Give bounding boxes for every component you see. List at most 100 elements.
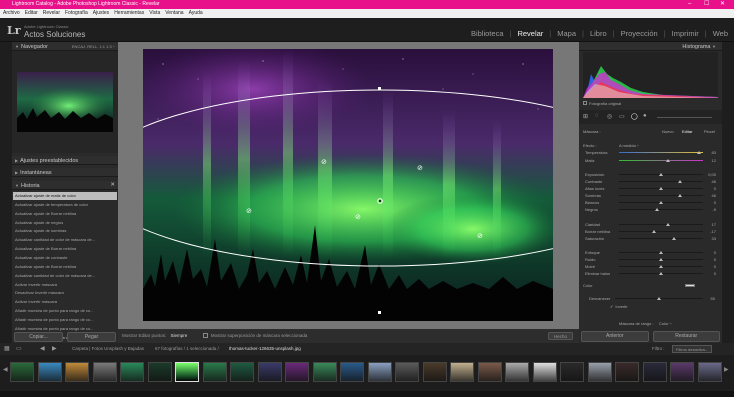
module-biblioteca[interactable]: Biblioteca: [471, 29, 504, 38]
filmstrip-thumbnail[interactable]: [312, 362, 337, 382]
mask-tab-brush[interactable]: Pincel: [704, 129, 715, 134]
filmstrip-thumbnail[interactable]: [697, 362, 722, 382]
eyedropper-sample-icon[interactable]: ⊘: [477, 232, 483, 240]
filmstrip-thumbnail[interactable]: [477, 362, 502, 382]
module-imprimir[interactable]: Imprimir: [672, 29, 699, 38]
slider-track[interactable]: [619, 231, 703, 232]
show-edit-pins-select[interactable]: Siempre: [171, 333, 188, 338]
navigator-zoom-options[interactable]: ENCAJ. RELL. 1:1 1:3 ÷: [72, 42, 115, 51]
filmstrip-thumbnail[interactable]: [340, 362, 364, 382]
slider-knob[interactable]: [659, 173, 663, 176]
slider-knob[interactable]: [652, 230, 657, 233]
slider-track[interactable]: [619, 209, 703, 210]
slider-knob[interactable]: [654, 208, 659, 211]
filmstrip-filename[interactable]: thomas-tucker-126635-unsplash.jpg: [229, 343, 301, 355]
slider-knob[interactable]: [659, 258, 663, 261]
color-swatch[interactable]: [685, 284, 695, 287]
module-web[interactable]: Web: [713, 29, 728, 38]
filmstrip-thumbnail[interactable]: [285, 362, 309, 382]
histogram-header[interactable]: Histograma ▼: [579, 42, 722, 51]
mask-tab-edit[interactable]: Editar: [682, 129, 692, 134]
history-step[interactable]: Desactivar Invertir máscara: [13, 289, 117, 297]
range-mask-select[interactable]: Color ÷: [659, 321, 672, 326]
filmstrip-thumbnail[interactable]: [37, 362, 62, 382]
amount-slider-knob[interactable]: [657, 297, 661, 300]
filmstrip-thumbnail[interactable]: [587, 362, 612, 382]
adjustment-brush-icon[interactable]: ●: [643, 113, 647, 119]
history-step[interactable]: Actualizar ajuste de matiz de color: [13, 192, 117, 200]
slider-knob[interactable]: [678, 180, 683, 183]
history-step[interactable]: Actualizar cantidad de color de máscara …: [13, 236, 117, 244]
minimize-button[interactable]: –: [688, 0, 691, 9]
slider-knob[interactable]: [659, 265, 663, 268]
history-header[interactable]: ▼ Historia ✕: [12, 181, 118, 190]
history-step[interactable]: Añadir muestra de punto para rango de co…: [13, 316, 117, 324]
filmstrip-thumbnail[interactable]: [505, 362, 529, 382]
mask-overlay-checkbox[interactable]: [202, 333, 208, 339]
spot-removal-icon[interactable]: ◌: [595, 113, 599, 119]
effect-select[interactable]: A medida ÷: [619, 143, 639, 148]
slider-track[interactable]: [619, 238, 703, 239]
filmstrip-thumbnail[interactable]: [257, 362, 282, 382]
close-button[interactable]: ✕: [720, 0, 725, 9]
filter-select[interactable]: Filtros desactiva...: [672, 345, 713, 353]
radial-filter-icon[interactable]: ◯: [631, 113, 638, 120]
filmstrip-thumbnail[interactable]: [367, 362, 392, 382]
filmstrip-thumbnail[interactable]: [175, 362, 199, 382]
menu-fotografia[interactable]: Fotografía: [65, 9, 88, 18]
maximize-button[interactable]: ☐: [704, 0, 709, 9]
slider-track[interactable]: [619, 152, 703, 153]
filmstrip-thumbnail[interactable]: [532, 362, 557, 382]
eyedropper-sample-icon[interactable]: ⊘: [355, 213, 361, 221]
filmstrip-source[interactable]: Carpeta | Fotos Unsplash y Bajadas: [72, 343, 144, 355]
filmstrip-scroll-right-icon[interactable]: ▶: [724, 366, 729, 373]
menu-herramientas[interactable]: Herramientas: [114, 9, 144, 18]
history-step[interactable]: Actualizar ajuste de Borrar neblina: [13, 210, 117, 218]
history-step[interactable]: Añadir muestra de punto para rango de co…: [13, 307, 117, 315]
aurora-photo[interactable]: [143, 49, 553, 321]
module-revelar[interactable]: Revelar: [517, 29, 543, 38]
navigator-header[interactable]: ▼ Navegador ENCAJ. RELL. 1:1 1:3 ÷: [12, 42, 118, 51]
history-step[interactable]: Activar Invertir máscara: [13, 281, 117, 289]
presets-header[interactable]: ▶ Ajustes preestablecidos: [12, 156, 118, 165]
filmstrip-thumbnail[interactable]: [202, 362, 227, 382]
copy-button[interactable]: Copiar...: [14, 332, 63, 342]
mask-tab-new[interactable]: Nuevo: [662, 129, 674, 134]
eyedropper-sample-icon[interactable]: ⊘: [246, 207, 252, 215]
invert-toggle[interactable]: ✓ Invertir: [610, 304, 628, 309]
slider-knob[interactable]: [659, 201, 663, 204]
graduated-filter-icon[interactable]: ▭: [619, 113, 625, 120]
menu-ayuda[interactable]: Ayuda: [189, 9, 203, 18]
history-step[interactable]: Actualizar cantidad de color de máscara …: [13, 272, 117, 280]
slider-knob[interactable]: [659, 272, 663, 275]
menu-editar[interactable]: Editar: [25, 9, 38, 18]
filmstrip-thumbnail[interactable]: [120, 362, 144, 382]
eyedropper-sample-icon[interactable]: ⊘: [321, 158, 327, 166]
slider-knob[interactable]: [678, 194, 683, 197]
filmstrip-thumbnail[interactable]: [670, 362, 694, 382]
menu-archivo[interactable]: Archivo: [3, 9, 20, 18]
slider-track[interactable]: [619, 224, 703, 225]
filmstrip-thumbnail[interactable]: [10, 362, 34, 382]
filmstrip-thumbnail[interactable]: [642, 362, 667, 382]
history-step[interactable]: Actualizar ajuste de Borrar neblina: [13, 245, 117, 253]
menu-ajustes[interactable]: Ajustes: [93, 9, 109, 18]
reset-button[interactable]: Restaurar: [652, 331, 720, 342]
previous-button[interactable]: Anterior: [581, 331, 649, 342]
history-step[interactable]: Actualizar ajuste de contraste: [13, 254, 117, 262]
module-mapa[interactable]: Mapa: [557, 29, 576, 38]
slider-knob[interactable]: [672, 237, 677, 240]
paste-button[interactable]: Pegar: [67, 332, 116, 342]
history-step[interactable]: Actualizar ajuste de negros: [13, 219, 117, 227]
red-eye-icon[interactable]: ◎: [607, 113, 612, 120]
slider-knob[interactable]: [659, 187, 663, 190]
slider-track[interactable]: [619, 160, 703, 161]
menu-vista[interactable]: Vista: [149, 9, 160, 18]
navigator-preview[interactable]: [17, 72, 113, 132]
original-photo-checkbox[interactable]: [583, 101, 587, 105]
back-arrow-icon[interactable]: ◀: [40, 343, 45, 355]
clear-history-icon[interactable]: ✕: [110, 181, 115, 190]
compare-view-icon[interactable]: ▭: [16, 343, 22, 355]
filmstrip-thumbnail[interactable]: [560, 362, 584, 382]
filmstrip-thumbnail[interactable]: [92, 362, 117, 382]
